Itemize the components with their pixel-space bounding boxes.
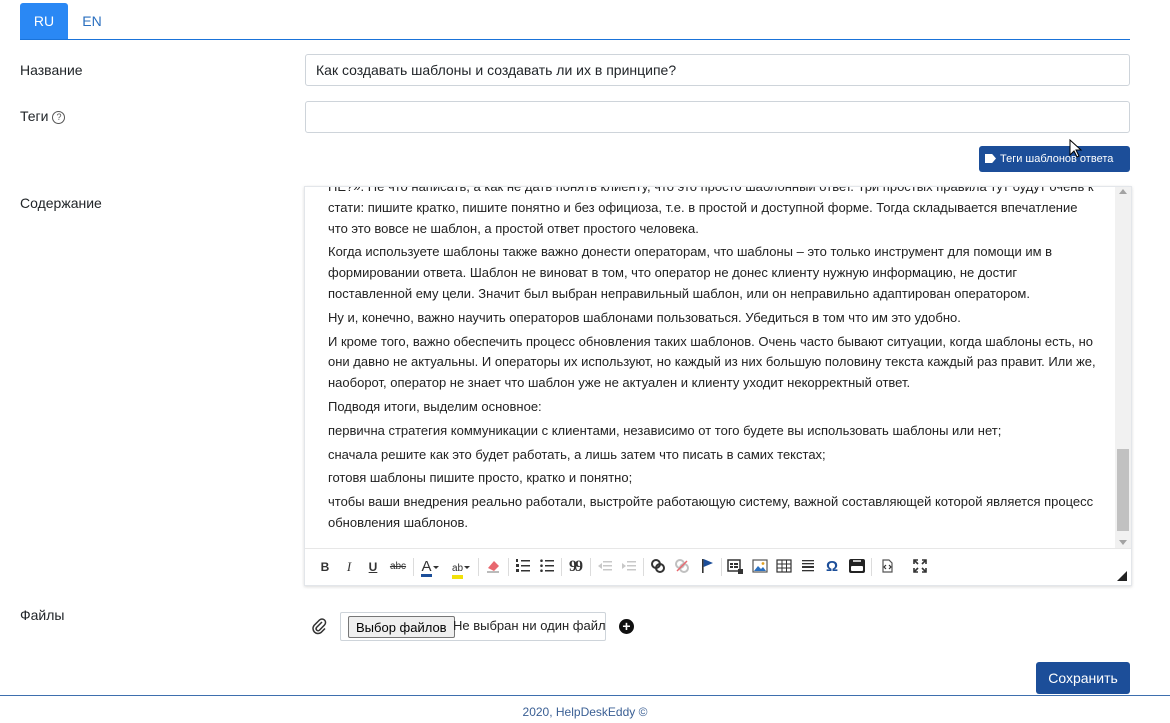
content-label: Содержание	[20, 195, 102, 211]
toolbar-separator	[643, 558, 644, 576]
file-input[interactable]: Выбор файлов Не выбран ни один файл	[340, 612, 606, 641]
indent-icon	[622, 561, 636, 571]
underline-button[interactable]: U	[367, 558, 379, 576]
scroll-down-arrow-icon[interactable]	[1119, 540, 1127, 545]
anchor-button[interactable]	[699, 558, 715, 576]
help-icon[interactable]: ?	[52, 111, 66, 124]
insert-template-button[interactable]	[727, 558, 743, 576]
flag-icon	[702, 559, 713, 573]
source-button[interactable]	[879, 558, 895, 576]
add-file-icon[interactable]: +	[619, 619, 634, 634]
tags-label: Теги	[20, 108, 49, 124]
paragraph: первична стратегия коммуникации с клиент…	[328, 422, 1002, 438]
horizontal-line-icon	[802, 560, 814, 572]
scroll-up-arrow-icon[interactable]	[1119, 189, 1127, 194]
scroll-thumb[interactable]	[1117, 449, 1129, 531]
blockquote-button[interactable]: 99	[567, 558, 583, 576]
indent-button	[621, 558, 637, 576]
link-icon	[651, 559, 665, 573]
italic-button[interactable]: I	[343, 558, 355, 576]
template-icon	[727, 559, 743, 574]
paperclip-icon	[312, 618, 327, 635]
unlink-button[interactable]	[674, 558, 690, 576]
paragraph: Когда используете шаблоны также важно до…	[328, 244, 1053, 301]
youtube-icon	[849, 559, 865, 573]
file-status: Не выбран ни один файл	[453, 618, 606, 633]
tab-ru[interactable]: RU	[20, 3, 68, 39]
highlight-icon: ab	[451, 563, 464, 579]
paragraph: И кроме того, важно обеспечить процесс о…	[328, 333, 1096, 391]
link-button[interactable]	[650, 558, 666, 576]
insert-image-button[interactable]	[752, 558, 768, 576]
paragraph: чтобы ваши внедрения реально работали, в…	[328, 494, 1094, 530]
eraser-icon	[487, 561, 499, 573]
tags-input[interactable]	[305, 101, 1130, 133]
youtube-button[interactable]	[848, 558, 866, 576]
paragraph: Подводя итоги, выделим основное:	[328, 398, 542, 414]
name-label: Название	[20, 62, 83, 78]
bulleted-list-icon	[540, 559, 554, 572]
horizontal-line-button[interactable]	[800, 558, 816, 576]
text-color-icon: A	[421, 558, 432, 577]
editor-scrollbar[interactable]	[1115, 187, 1131, 548]
tags-label-row: Теги?	[20, 108, 66, 124]
image-icon	[752, 559, 768, 573]
footer-divider	[0, 695, 1170, 696]
outdent-button	[597, 558, 613, 576]
toolbar-separator	[590, 558, 591, 576]
resize-handle-icon[interactable]	[1117, 571, 1127, 581]
toolbar-separator	[721, 558, 722, 576]
editor-toolbar: B I U abc A ab 99 Ω	[305, 548, 1131, 585]
paragraph: НЕ?». Не что написать, а как не дать пон…	[328, 187, 1094, 236]
toolbar-separator	[561, 558, 562, 576]
bulleted-list-button[interactable]	[539, 558, 555, 576]
rich-text-editor: НЕ?». Не что написать, а как не дать пон…	[304, 186, 1132, 586]
paragraph: Ну и, конечно, важно научить операторов …	[328, 309, 961, 325]
toolbar-separator	[413, 558, 414, 576]
choose-files-button[interactable]: Выбор файлов	[348, 616, 455, 638]
text-color-button[interactable]: A	[418, 558, 442, 577]
unlink-icon	[675, 559, 689, 573]
footer-copyright: 2020, HelpDeskEddy ©	[522, 705, 648, 719]
maximize-button[interactable]	[912, 558, 928, 576]
files-label: Файлы	[20, 607, 65, 623]
toolbar-separator	[871, 558, 872, 576]
numbered-list-button[interactable]	[515, 558, 531, 576]
tag-icon	[985, 154, 996, 163]
numbered-list-icon	[516, 559, 530, 572]
highlight-color-button[interactable]: ab	[449, 558, 473, 579]
table-icon	[776, 559, 792, 573]
name-input[interactable]	[305, 54, 1130, 86]
tab-en[interactable]: EN	[68, 3, 116, 39]
paragraph: готовя шаблоны пишите просто, кратко и п…	[328, 470, 633, 486]
special-char-button[interactable]: Ω	[824, 558, 840, 576]
editor-content[interactable]: НЕ?». Не что написать, а как не дать пон…	[305, 187, 1115, 548]
outdent-icon	[598, 561, 612, 571]
mouse-cursor-icon	[1069, 139, 1083, 158]
save-button[interactable]: Сохранить	[1036, 662, 1130, 694]
maximize-icon	[913, 559, 927, 573]
source-code-icon	[882, 559, 893, 573]
toolbar-separator	[478, 558, 479, 576]
tags-button-label: Теги шаблонов ответа	[1000, 153, 1114, 165]
language-tabs: RU EN	[20, 3, 1130, 40]
insert-table-button[interactable]	[776, 558, 792, 576]
toolbar-separator	[508, 558, 509, 576]
answer-template-tags-button[interactable]: Теги шаблонов ответа	[979, 146, 1130, 172]
strikethrough-button[interactable]: abc	[388, 558, 408, 576]
remove-format-button[interactable]	[485, 558, 501, 576]
bold-button[interactable]: B	[319, 558, 331, 576]
paragraph: сначала решите как это будет работать, а…	[328, 446, 826, 462]
